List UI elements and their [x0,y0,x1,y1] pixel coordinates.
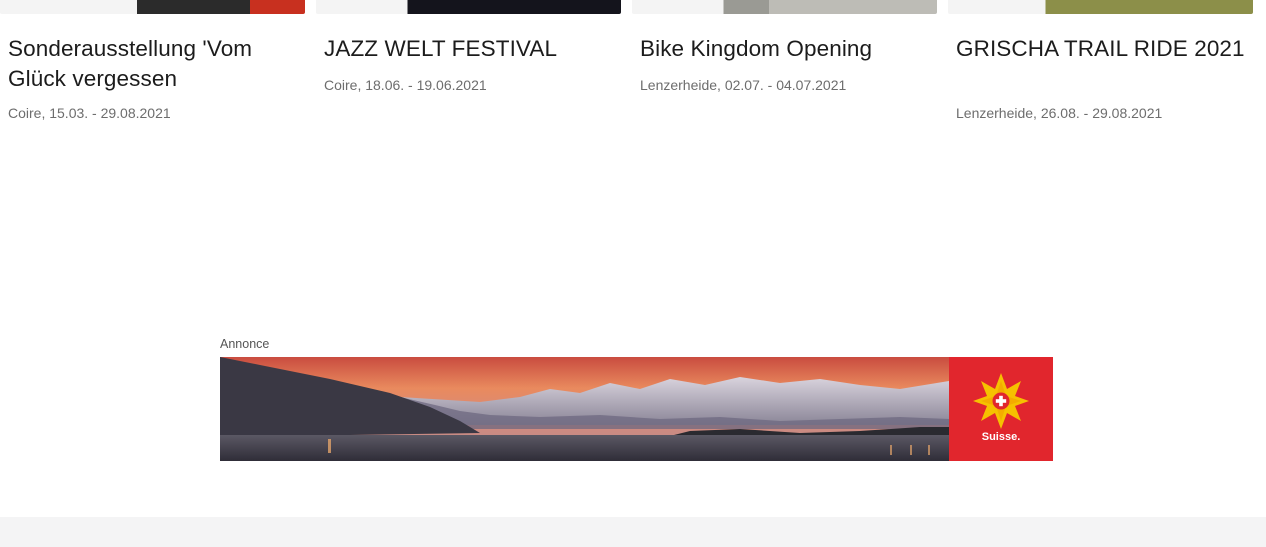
event-meta: Coire, 15.03. - 29.08.2021 [8,105,171,121]
swiss-star-logo-icon [973,373,1029,429]
event-thumbnail[interactable] [632,0,937,14]
event-card[interactable]: JAZZ WELT FESTIVAL Coire, 18.06. - 19.06… [316,0,621,150]
ad-banner[interactable]: Suisse. [220,357,1053,461]
event-title[interactable]: GRISCHA TRAIL RIDE 2021 [956,34,1246,64]
logo-wordmark: Suisse. [981,431,1021,443]
event-card[interactable]: Bike Kingdom Opening Lenzerheide, 02.07.… [632,0,937,150]
event-thumbnail[interactable] [948,0,1253,14]
ad-landscape-image[interactable] [220,357,949,461]
event-title[interactable]: Bike Kingdom Opening [640,34,930,64]
event-thumbnail[interactable] [0,0,305,14]
event-meta: Lenzerheide, 02.07. - 04.07.2021 [640,77,847,93]
event-title[interactable]: Sonderausstellung 'Vom Glück vergessen [8,34,298,94]
event-thumbnail[interactable] [316,0,621,14]
event-card[interactable]: Sonderausstellung 'Vom Glück vergessen C… [0,0,305,150]
event-card[interactable]: GRISCHA TRAIL RIDE 2021 Lenzerheide, 26.… [948,0,1253,150]
event-meta: Lenzerheide, 26.08. - 29.08.2021 [956,105,1163,121]
event-title[interactable]: JAZZ WELT FESTIVAL [324,34,614,64]
events-list: Sonderausstellung 'Vom Glück vergessen C… [0,0,1266,160]
ad-label: Annonce [220,337,270,351]
swiss-tourism-logo[interactable]: Suisse. [949,357,1053,461]
footer-band [0,517,1266,547]
event-meta: Coire, 18.06. - 19.06.2021 [324,77,487,93]
